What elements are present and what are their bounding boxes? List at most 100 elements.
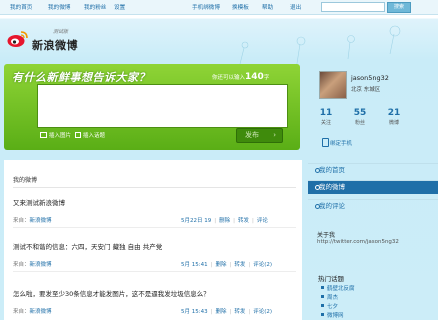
separator: |: [248, 262, 251, 268]
hot-topic-link[interactable]: 微博网: [327, 311, 344, 319]
nav-help[interactable]: 帮助: [262, 3, 273, 11]
list-bullet-icon: [321, 304, 324, 307]
list-bullet-icon: [321, 313, 324, 316]
post-source-label: 来自：: [13, 218, 30, 224]
stat-label: 微博: [388, 120, 399, 126]
post-actions: 5月22日 19 | 删除 | 转发 | 评论: [181, 216, 271, 224]
list-bullet-icon: [321, 286, 324, 289]
post-actions: 5月 15:43 | 删除 | 转发 | 评论(2): [181, 307, 275, 315]
hot-topic-link[interactable]: 鹤壁北反腐: [327, 284, 355, 292]
top-navigation-bar: 我的首页 我的微博 我的粉丝 设置 手机绑微博 换模板 帮助 退出 搜索: [0, 0, 438, 15]
stat-label: 粉丝: [354, 120, 365, 126]
char-counter-value: 140: [245, 72, 264, 82]
char-counter-suffix: 字: [263, 75, 270, 81]
nav-my-home[interactable]: 我的首页: [10, 3, 32, 11]
post-time[interactable]: 5月22日 19: [181, 218, 211, 224]
profile-sidebar: jason5ng32 北京 东城区 11 关注 55 粉丝 21 微博 绑定手机…: [308, 62, 438, 320]
bullet-icon: [315, 168, 320, 173]
post-source-label: 来自：: [13, 309, 30, 315]
publish-button-label: 发布: [245, 131, 259, 139]
post-time[interactable]: 5月 15:43: [181, 309, 208, 315]
hot-topic-link[interactable]: 周杰: [327, 293, 338, 301]
logo-beta-label: 测试版: [53, 29, 69, 35]
forward-link[interactable]: 转发: [238, 218, 249, 224]
nav-my-fans[interactable]: 我的粉丝: [84, 3, 106, 11]
post-text: 又来测试新浪微博: [13, 199, 65, 207]
post-text: 怎么啦，要发至少30条信息才能发图片，这不是逼我发垃圾信息么？: [13, 290, 210, 298]
logo-text: 新浪微博: [32, 39, 78, 52]
delete-link[interactable]: 删除: [215, 309, 226, 315]
delete-link[interactable]: 删除: [219, 218, 230, 224]
publish-slogan: 有什么新鲜事想告诉大家？: [12, 71, 150, 84]
char-counter: 你还可以输入140字: [212, 72, 269, 82]
side-menu-label: 我的评论: [319, 202, 345, 210]
stat-number: 21: [387, 108, 401, 118]
stat-following[interactable]: 11 关注: [312, 108, 340, 126]
about-me-url[interactable]: http://twitter.com/jason5ng32: [317, 239, 399, 245]
separator: |: [252, 218, 254, 224]
side-menu-label: 我的微博: [319, 183, 345, 191]
separator: |: [210, 309, 213, 315]
profile-username[interactable]: jason5ng32: [351, 74, 389, 82]
publish-box: 有什么新鲜事想告诉大家？ 你还可以输入140字 插入图片 插入话题 发布 ›: [4, 64, 300, 150]
post-source-link[interactable]: 新浪微博: [30, 218, 52, 224]
about-me-label: 关于我: [317, 232, 336, 239]
post-source: 来自：新浪微博: [13, 216, 52, 224]
comment-link[interactable]: 评论(2): [253, 309, 272, 315]
post-source-link[interactable]: 新浪微博: [30, 262, 52, 268]
side-menu-my-comments[interactable]: 我的评论: [308, 199, 438, 213]
nav-change-template[interactable]: 换模板: [232, 3, 249, 11]
feed-divider: [13, 187, 296, 188]
post-source: 来自：新浪微博: [13, 307, 52, 315]
side-menu-my-weibo[interactable]: 我的微博: [308, 180, 438, 194]
post-time[interactable]: 5月 15:41: [181, 262, 208, 268]
nav-logout[interactable]: 退出: [290, 3, 301, 11]
stat-posts[interactable]: 21 微博: [380, 108, 408, 126]
stat-label: 关注: [320, 120, 331, 126]
feed-title: 我的微博: [13, 177, 38, 184]
nav-my-weibo[interactable]: 我的微博: [48, 3, 70, 11]
arrow-right-icon: ›: [273, 131, 276, 139]
side-menu-label: 我的首页: [319, 166, 345, 174]
hot-topics-title: 热门话题: [318, 275, 344, 283]
post-divider: [13, 227, 296, 228]
mobile-phone-icon: [322, 138, 329, 147]
nav-phone-bind[interactable]: 手机绑微博: [192, 3, 220, 11]
post-source: 来自：新浪微博: [13, 260, 52, 268]
post-divider: [13, 271, 296, 272]
separator: |: [229, 262, 232, 268]
hot-topic-link[interactable]: 七夕: [327, 302, 338, 310]
delete-link[interactable]: 删除: [215, 262, 226, 268]
separator: |: [248, 309, 251, 315]
comment-link[interactable]: 评论: [257, 218, 268, 224]
weibo-eye-icon: [7, 31, 28, 47]
insert-image-tool[interactable]: 插入图片: [40, 131, 71, 139]
comment-link[interactable]: 评论(2): [253, 262, 272, 268]
post-actions: 5月 15:41 | 删除 | 转发 | 评论(2): [181, 260, 275, 268]
weibo-logo[interactable]: 测试版 新浪微博: [7, 27, 97, 55]
char-counter-prefix: 你还可以输入: [212, 75, 246, 81]
profile-location: 北京 东城区: [351, 87, 381, 93]
list-bullet-icon: [321, 295, 324, 298]
stat-number: 55: [353, 108, 367, 118]
topic-icon: [75, 132, 81, 138]
post-source-link[interactable]: 新浪微博: [30, 309, 52, 315]
avatar[interactable]: [319, 71, 347, 99]
bind-phone-link[interactable]: 绑定手机: [330, 139, 352, 147]
stat-followers[interactable]: 55 粉丝: [346, 108, 374, 126]
insert-topic-label: 插入话题: [83, 133, 106, 139]
insert-topic-tool[interactable]: 插入话题: [75, 131, 105, 139]
separator: |: [233, 218, 235, 224]
bullet-icon: [315, 185, 320, 190]
publish-textarea[interactable]: [37, 84, 288, 128]
publish-button[interactable]: 发布 ›: [236, 128, 283, 143]
stat-number: 11: [319, 108, 333, 118]
forward-link[interactable]: 转发: [234, 309, 245, 315]
nav-settings[interactable]: 设置: [114, 3, 125, 11]
forward-link[interactable]: 转发: [234, 262, 245, 268]
insert-image-label: 插入图片: [49, 133, 72, 139]
search-input[interactable]: [321, 2, 385, 12]
separator: |: [210, 262, 213, 268]
side-menu-my-home[interactable]: 我的首页: [308, 163, 438, 177]
search-button[interactable]: 搜索: [387, 2, 411, 13]
